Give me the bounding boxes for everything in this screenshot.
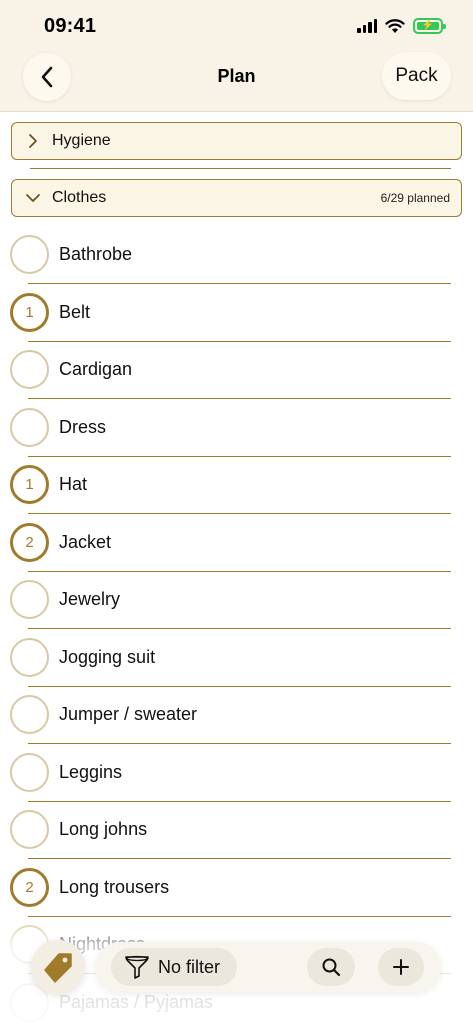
item-label: Leggins — [59, 761, 123, 782]
section-title: Hygiene — [52, 132, 111, 149]
status-bar: 09:41 ⚡ — [0, 0, 473, 54]
filter-button[interactable]: No filter — [111, 948, 237, 986]
tag-icon — [44, 953, 72, 983]
status-time: 09:41 — [44, 15, 97, 37]
item-label: Jewelry — [59, 589, 121, 609]
section-header-hygiene[interactable]: Hygiene — [11, 122, 462, 160]
item-label: Belt — [59, 301, 91, 322]
quantity-toggle[interactable] — [10, 810, 49, 849]
item-label: Hat — [59, 474, 88, 494]
list-item[interactable]: Cardigan — [0, 342, 473, 399]
quantity-toggle[interactable] — [10, 580, 49, 619]
list-item[interactable]: Leggins — [0, 745, 473, 802]
list-item[interactable]: 2 Jacket — [0, 515, 473, 572]
navigation-bar: Plan Pack — [0, 52, 473, 112]
planned-count: 6/29 planned — [380, 191, 450, 205]
search-icon — [322, 958, 341, 977]
list-item[interactable]: Jogging suit — [0, 630, 473, 687]
list-item[interactable]: 1 Belt — [0, 285, 473, 342]
list-item[interactable]: Long johns — [0, 802, 473, 859]
item-label: Long trousers — [59, 876, 170, 897]
divider — [30, 168, 451, 169]
cellular-signal-icon — [357, 19, 377, 33]
filter-label: No filter — [158, 956, 221, 977]
quantity-toggle[interactable]: 2 — [10, 867, 49, 907]
quantity-toggle[interactable] — [10, 407, 49, 447]
quantity-toggle[interactable] — [10, 350, 49, 389]
quantity-toggle[interactable]: 2 — [10, 522, 49, 562]
wifi-icon — [385, 18, 405, 33]
item-label: Jacket — [59, 531, 112, 552]
quantity-toggle[interactable] — [10, 752, 49, 792]
chevron-right-icon — [24, 132, 42, 150]
list-item[interactable]: 2 Long trousers — [0, 860, 473, 917]
list-item[interactable]: Jewelry — [0, 572, 473, 629]
add-item-button[interactable] — [378, 948, 424, 986]
quantity-toggle[interactable] — [10, 695, 49, 734]
bottom-toolbar: No filter — [95, 942, 441, 992]
list-item[interactable]: Jumper / sweater — [0, 687, 473, 744]
item-label: Cardigan — [59, 359, 133, 379]
section-title: Clothes — [52, 189, 107, 206]
quantity-toggle[interactable]: 1 — [10, 292, 49, 332]
list-item[interactable]: Bathrobe — [0, 227, 473, 284]
chevron-down-icon — [24, 189, 42, 207]
funnel-icon — [125, 955, 149, 979]
search-button[interactable] — [307, 948, 355, 986]
pack-button[interactable]: Pack — [382, 52, 451, 100]
item-label: Long johns — [59, 819, 148, 839]
quantity-toggle[interactable]: 1 — [10, 465, 49, 504]
item-label: Dress — [59, 416, 107, 437]
item-label: Jumper / sweater — [59, 704, 198, 724]
plus-icon — [393, 959, 409, 975]
quantity-toggle[interactable] — [10, 637, 49, 677]
status-icons: ⚡ — [357, 16, 446, 36]
item-label: Bathrobe — [59, 244, 133, 264]
item-label: Jogging suit — [59, 646, 156, 667]
tags-button[interactable] — [31, 940, 85, 994]
list-item[interactable]: 1 Hat — [0, 457, 473, 514]
section-header-clothes[interactable]: Clothes 6/29 planned — [11, 179, 462, 217]
quantity-toggle[interactable] — [10, 235, 49, 274]
list-item[interactable]: Dress — [0, 400, 473, 457]
battery-icon: ⚡ — [413, 18, 446, 34]
